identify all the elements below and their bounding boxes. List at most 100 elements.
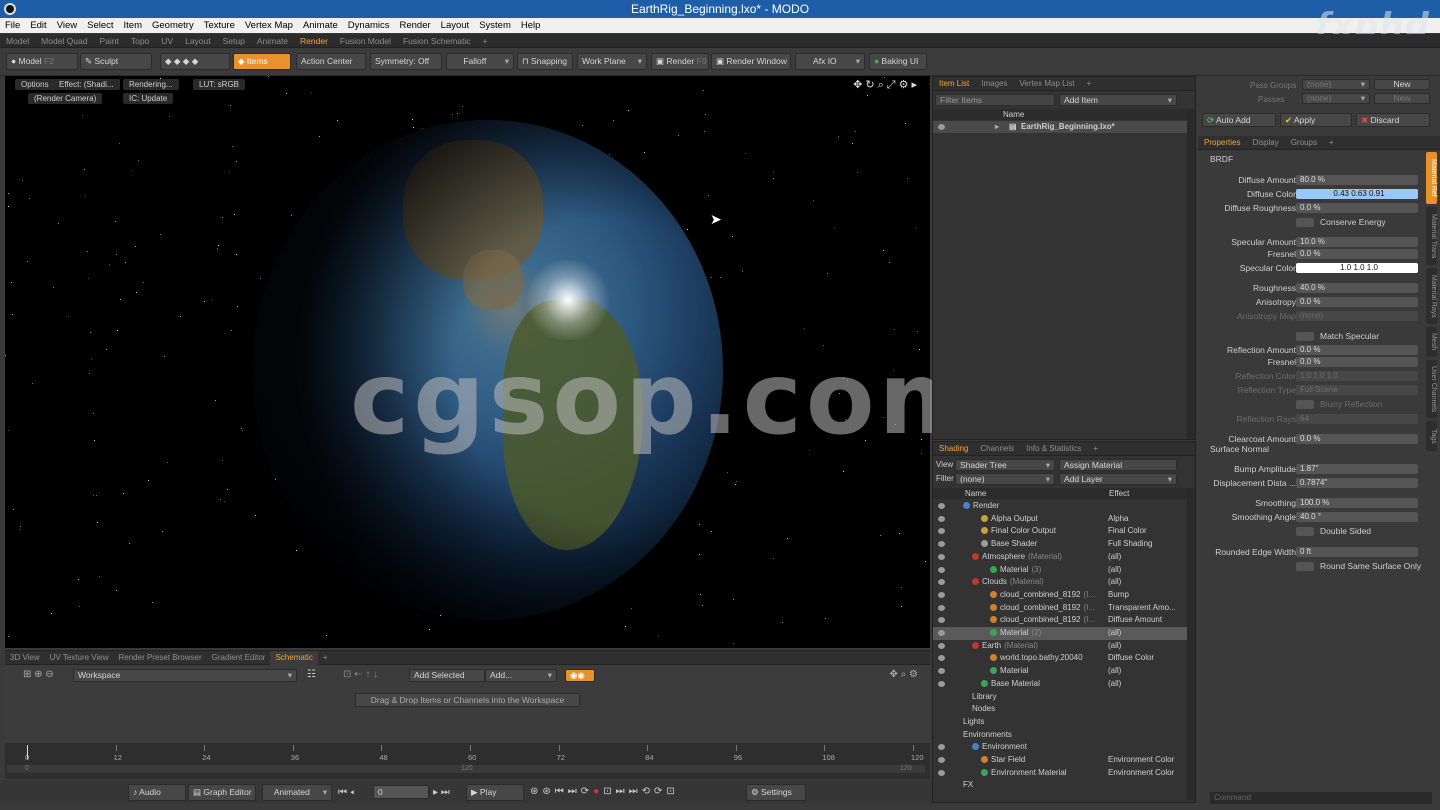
add-node-dropdown[interactable]: Add... (485, 669, 557, 682)
falloff-dropdown[interactable]: Falloff (446, 53, 514, 70)
property-value-field[interactable]: 100.0 % (1296, 498, 1418, 508)
properties-tab-1[interactable]: Display (1246, 136, 1284, 150)
menu-geometry[interactable]: Geometry (147, 18, 199, 33)
property-value-field[interactable]: 0 ft (1296, 547, 1418, 557)
layout-tab-6[interactable]: Setup (217, 34, 251, 48)
eye-icon[interactable] (938, 655, 945, 662)
shader-tree-row[interactable]: cloud_combined_8192 (I... Diffuse Amount (933, 614, 1187, 627)
property-value-field[interactable]: 0.7874" (1296, 478, 1418, 488)
afx-io-dropdown[interactable]: Afx IO (795, 53, 865, 70)
layout-tab-5[interactable]: Layout (179, 34, 217, 48)
side-tab-0[interactable]: Material Ref (1426, 152, 1437, 204)
add-selected-button[interactable]: Add Selected (409, 669, 485, 682)
property-value-field[interactable]: 0.0 % (1296, 297, 1418, 307)
layout-tab-7[interactable]: Animate (251, 34, 294, 48)
audio-button[interactable]: ♪ Audio (128, 784, 186, 801)
skip-back-icons[interactable]: ⏮ ◂ (338, 787, 354, 798)
menu-layout[interactable]: Layout (436, 18, 475, 33)
eye-icon[interactable] (938, 124, 945, 130)
shader-tree-row[interactable]: Environment (933, 741, 1187, 754)
menu-dynamics[interactable]: Dynamics (343, 18, 395, 33)
eye-icon[interactable] (938, 642, 945, 649)
shader-tree-row[interactable]: Material (2) (all) (933, 627, 1187, 640)
menu-help[interactable]: Help (516, 18, 546, 33)
eye-icon[interactable] (938, 604, 945, 611)
animated-dropdown[interactable]: Animated (262, 784, 332, 801)
shader-tree-row[interactable]: Final Color Output Final Color (933, 525, 1187, 538)
assign-material-button[interactable]: Assign Material (1059, 459, 1177, 471)
bottom-tab-0[interactable]: 3D View (5, 651, 45, 665)
bottom-tab-2[interactable]: Render Preset Browser (114, 651, 207, 665)
side-tab-1[interactable]: Material Trans (1426, 207, 1437, 265)
layout-tab-4[interactable]: UV (155, 34, 179, 48)
side-tab-5[interactable]: Tags (1426, 421, 1437, 451)
shader-tree-row[interactable]: FX (933, 779, 1187, 792)
shader-tree-row[interactable]: cloud_combined_8192 (I... Transparent Amo.… (933, 602, 1187, 615)
eye-icon[interactable] (938, 553, 945, 560)
brdf-section-header[interactable]: BRDF (1210, 154, 1233, 164)
shader-tree-row[interactable]: Library (933, 691, 1187, 704)
properties-tab-3[interactable]: + (1323, 136, 1340, 150)
discard-button[interactable]: ✖ Discard (1356, 113, 1430, 127)
command-input[interactable]: Command (1210, 792, 1432, 804)
render-window-button[interactable]: ▣ Render Window (711, 53, 791, 70)
new-pass-button-2[interactable]: New (1374, 93, 1430, 104)
selection-mode-group[interactable]: ◆ ◆ ◆ ◆ (160, 53, 230, 70)
shading-tab-2[interactable]: Info & Statistics (1020, 442, 1087, 456)
rendering-dropdown[interactable]: Rendering... (123, 79, 179, 90)
play-button[interactable]: ▶ Play (466, 784, 524, 801)
graph-editor-button[interactable]: ▤ Graph Editor (188, 784, 256, 801)
shader-tree-row[interactable]: Star Field Environment Color (933, 754, 1187, 767)
layout-tab-1[interactable]: Model Quad (35, 34, 93, 48)
bottom-tab-1[interactable]: UV Texture View (45, 651, 114, 665)
schematic-toggle-buttons[interactable]: ◉◉ (565, 669, 595, 682)
checkbox[interactable] (1296, 527, 1314, 536)
settings-button[interactable]: ⚙ Settings (746, 784, 806, 801)
new-pass-button[interactable]: New (1374, 79, 1430, 90)
shader-tree-row[interactable]: Environment Material Environment Color (933, 767, 1187, 780)
property-value-field[interactable]: 40.0 ° (1296, 512, 1418, 522)
items-mode-button[interactable]: ◆ Items (233, 53, 291, 70)
skip-forward-icons[interactable]: ▸ ⏭ (433, 787, 450, 798)
menu-animate[interactable]: Animate (298, 18, 343, 33)
menu-item[interactable]: Item (119, 18, 147, 33)
arrange-icons[interactable]: ⊡ ⇠ ↑ ↓ (343, 669, 378, 680)
property-value-field[interactable]: 0.0 % (1296, 434, 1418, 444)
property-value-field[interactable]: 10.0 % (1296, 237, 1418, 247)
timeline-playhead[interactable] (27, 745, 28, 759)
item-list-scrollbar[interactable] (1187, 109, 1195, 439)
maximize-icon[interactable]: ⤢ (887, 79, 899, 91)
shading-tab-0[interactable]: Shading (933, 442, 974, 456)
layout-tab-2[interactable]: Paint (93, 34, 124, 48)
shader-tree-row[interactable]: Earth (Material) (all) (933, 640, 1187, 653)
effect-dropdown[interactable]: Effect: (Shadi... (53, 79, 120, 90)
checkbox[interactable] (1296, 218, 1314, 227)
eye-icon[interactable] (938, 769, 945, 776)
shader-tree-row[interactable]: Material (all) (933, 665, 1187, 678)
work-plane-dropdown[interactable]: Work Plane (577, 53, 647, 70)
bottom-tab-5[interactable]: + (318, 651, 333, 665)
timeline[interactable]: 01224364860728496108120 0 120 120 (5, 743, 930, 779)
property-value-field[interactable]: 0.0 % (1296, 357, 1418, 367)
shader-tree-row[interactable]: Nodes (933, 703, 1187, 716)
properties-tab-0[interactable]: Properties (1198, 136, 1246, 150)
pass-groups-dropdown[interactable]: (none) (1302, 79, 1370, 90)
viewport-nav-icons[interactable]: ✥↻⌕⤢⚙▸ (853, 78, 920, 92)
shader-tree-row[interactable]: Render (933, 500, 1187, 513)
menu-select[interactable]: Select (82, 18, 118, 33)
property-value-field[interactable]: 1.87" (1296, 464, 1418, 474)
eye-icon[interactable] (938, 668, 945, 675)
shader-tree-row[interactable]: Material (3) (all) (933, 564, 1187, 577)
layout-tab-8[interactable]: Render (294, 34, 334, 48)
camera-dropdown[interactable]: (Render Camera) (28, 93, 103, 104)
move-icon[interactable]: ✥ (853, 79, 865, 91)
property-value-field[interactable]: 0.0 % (1296, 203, 1418, 213)
bottom-tab-4[interactable]: Schematic (270, 651, 318, 665)
menu-system[interactable]: System (474, 18, 516, 33)
grid-icon[interactable]: ☷ (307, 669, 316, 680)
gear-icon[interactable]: ⚙ (899, 79, 912, 91)
chevron-right-icon[interactable]: ▸ (911, 79, 920, 91)
add-item-dropdown[interactable]: Add Item (1059, 94, 1177, 106)
snapping-button[interactable]: ⊓ Snapping (517, 53, 573, 70)
zoom-icon[interactable]: ⌕ (878, 79, 887, 91)
